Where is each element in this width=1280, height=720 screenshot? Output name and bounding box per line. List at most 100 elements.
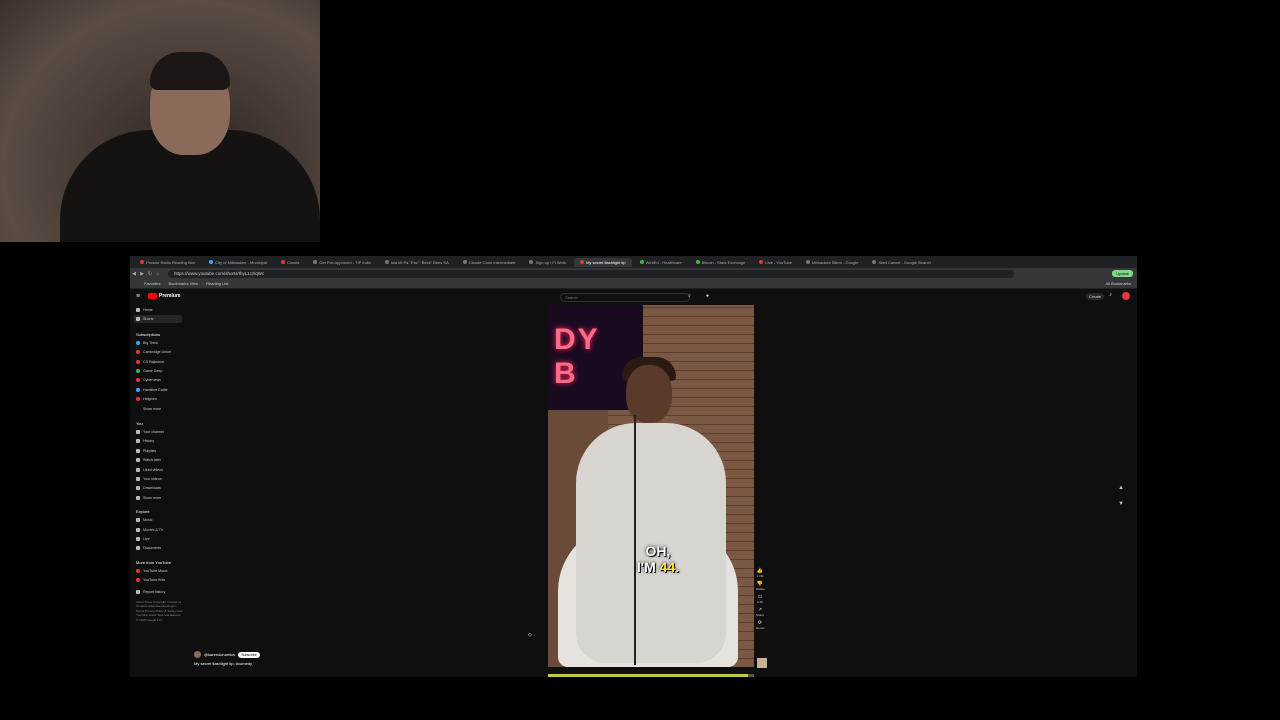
youtube-header: ≡ Premium Search ⌕ ● Create ♪ [130, 290, 1137, 304]
browser-tab[interactable]: Bitcoin - Stark Exchange [690, 258, 752, 267]
caption-line-1: OH, [645, 543, 671, 559]
sidebar-item-label: CS Rajkumar [143, 359, 165, 364]
microphone-icon[interactable]: ● [706, 293, 709, 299]
sidebar-item[interactable]: Music [134, 516, 182, 524]
sidebar-item-icon [136, 397, 140, 402]
tab-label: Get Pre-Approved - TIP Indic [319, 259, 371, 265]
notifications-bell-icon[interactable]: ♪ [1109, 292, 1112, 298]
next-short-icon[interactable]: ▼ [1118, 496, 1124, 512]
sidebar-item[interactable]: Liked videos [134, 466, 182, 474]
sidebar-item-icon [136, 546, 140, 551]
sidebar-item[interactable]: Big Think [134, 339, 182, 347]
youtube-logo[interactable]: Premium [148, 293, 180, 299]
bookmark-reading-list[interactable]: Reading List [206, 281, 228, 286]
sidebar-item[interactable]: Helgiven [134, 395, 182, 403]
tab-favicon-icon [872, 260, 877, 264]
update-button[interactable]: Update [1112, 270, 1133, 277]
sidebar-item[interactable]: Show more [134, 494, 182, 502]
action-button[interactable]: ▭ 4.4K [756, 594, 764, 604]
sidebar-item-label: Your channel [143, 430, 164, 434]
mouse-cursor-icon: ◇ [528, 632, 532, 638]
sidebar-item[interactable]: Report history [134, 588, 182, 596]
browser-tab[interactable]: Prosaic Radio Reading Nuc [134, 258, 201, 267]
browser-tab[interactable]: Clouds [275, 258, 305, 267]
search-icon[interactable]: ⌕ [688, 293, 691, 299]
browser-tab[interactable]: Milwaukee Bilers - Google [800, 258, 864, 267]
browser-tab[interactable]: Get Pre-Approved - TIP Indic [307, 258, 376, 267]
browser-tab[interactable]: Isla Mi Pa "Paz" "Beck" Bees SA [379, 258, 455, 267]
sidebar-footer-text: About Press Copyright Contact us Creator… [136, 600, 182, 608]
tab-favicon-icon [639, 260, 644, 264]
sidebar-item-label: Music [143, 518, 153, 523]
sidebar-item[interactable]: Cybernews [134, 376, 182, 384]
shorts-video-player[interactable]: DY B OH, I'M 44. [548, 305, 754, 667]
video-title[interactable]: My secret flashlight tip. #comedy [194, 661, 252, 666]
all-bookmarks[interactable]: All Bookmarks [1105, 281, 1131, 286]
sidebar-item[interactable]: Show more [134, 405, 182, 413]
sidebar-item[interactable]: YouTube Kids [134, 576, 182, 584]
sidebar-item[interactable]: Playlists [134, 447, 182, 455]
sidebar-item[interactable]: Hamilton Cattle [134, 386, 182, 394]
browser-tab[interactable]: My secret flashlight tip [574, 257, 632, 267]
tab-label: Live - YouTube [765, 259, 792, 265]
sidebar-item-icon [136, 477, 140, 481]
sidebar-item[interactable]: Cambridge Union [134, 348, 182, 356]
address-bar-row: ◀ ▶ ↻ ⌂ https://www.youtube.com/shorts/I… [130, 268, 1137, 279]
action-button[interactable]: 👎 Dislike [756, 581, 765, 591]
sidebar-item[interactable]: Live [134, 535, 182, 543]
sidebar-item[interactable]: Movies & TV [134, 526, 182, 534]
back-icon[interactable]: ◀ [130, 270, 138, 278]
action-button[interactable]: ↗ Share [756, 607, 764, 617]
bookmark-bookmarks-view[interactable]: Bookmarks View [168, 281, 198, 286]
action-button[interactable]: 👍 1.1M [756, 568, 764, 578]
browser-window: Prosaic Radio Reading Nuc City of Milwauk… [130, 256, 1137, 677]
previous-short-icon[interactable]: ▲ [1118, 480, 1124, 496]
channel-avatar[interactable] [194, 651, 201, 658]
subscribe-button[interactable]: Subscribe [238, 651, 260, 658]
browser-tab[interactable]: WebEd - Healthcare [634, 258, 688, 267]
hamburger-menu-icon[interactable]: ≡ [136, 293, 140, 300]
webcam-feed [0, 0, 320, 242]
account-avatar[interactable] [1122, 292, 1130, 300]
search-input[interactable]: Search [560, 293, 690, 302]
sidebar-item[interactable]: Home [134, 306, 182, 314]
channel-thumbnail[interactable] [757, 658, 767, 668]
sidebar-item-icon [136, 527, 140, 532]
sidebar-item[interactable]: Your videos [134, 475, 182, 483]
video-progress-fill [548, 674, 748, 677]
sidebar-item-icon [136, 486, 140, 491]
youtube-sidebar: Home Shorts Subscriptions Big Think Cambridg… [134, 306, 184, 676]
sidebar-item-label: Show more [143, 495, 162, 500]
browser-tab[interactable]: Sign up / Fl Work [523, 258, 572, 267]
browser-tab[interactable]: City of Milwaukee - Municipal [203, 258, 273, 267]
youtube-play-icon [148, 293, 157, 299]
sidebar-item[interactable]: Watch later [134, 456, 182, 464]
sidebar-item-icon [136, 439, 140, 444]
sidebar-item-icon [136, 495, 140, 500]
sidebar-item[interactable]: Your channel [134, 428, 182, 436]
create-button[interactable]: Create [1086, 293, 1105, 300]
forward-icon[interactable]: ▶ [138, 270, 146, 278]
sidebar-item[interactable]: CS Rajkumar [134, 358, 182, 366]
action-label: Share [756, 613, 765, 617]
home-icon[interactable]: ⌂ [154, 270, 162, 278]
sidebar-item[interactable]: Game Deep [134, 367, 182, 375]
channel-handle[interactable]: @karendonomics [204, 652, 235, 657]
bookmark-favorites[interactable]: Favorites [144, 281, 160, 286]
url-input[interactable]: https://www.youtube.com/shorts/IhyL1czlq… [168, 269, 1014, 278]
video-progress-bar[interactable] [548, 674, 754, 677]
sidebar-item[interactable]: History [134, 437, 182, 445]
reload-icon[interactable]: ↻ [146, 270, 154, 278]
browser-tab[interactable]: Live - YouTube [753, 258, 798, 267]
sidebar-item-label: YouTube Music [143, 568, 168, 573]
tab-label: Claude Code Intermediate [468, 259, 516, 265]
sidebar-item[interactable]: Documents [134, 544, 182, 552]
sidebar-section-header: Subscriptions [136, 331, 161, 337]
sidebar-item[interactable]: Shorts [134, 315, 182, 324]
sidebar-item[interactable]: YouTube Music [134, 567, 182, 575]
action-button[interactable]: ⟳ Remix [756, 620, 765, 630]
sidebar-item[interactable]: Downloads [134, 484, 182, 492]
browser-tab[interactable]: Claude Code Intermediate [457, 258, 522, 267]
sidebar-section-header: You [136, 421, 143, 426]
browser-tab[interactable]: Start Cancel - Google Search [866, 258, 936, 267]
